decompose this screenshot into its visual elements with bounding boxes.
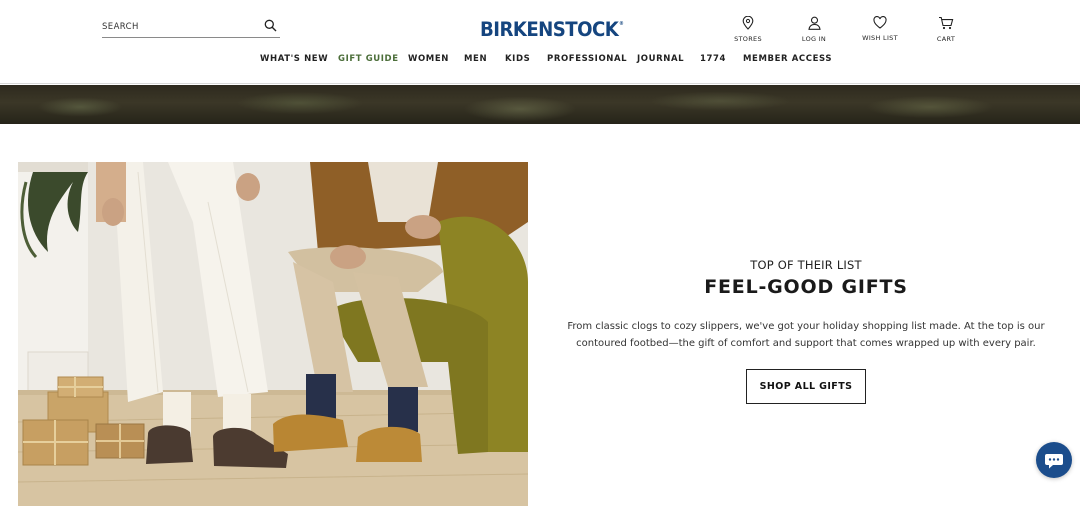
nav-item-member-access[interactable]: MEMBER ACCESS (743, 54, 832, 64)
heart-icon (873, 16, 887, 29)
shop-all-gifts-button[interactable]: SHOP ALL GIFTS (746, 369, 866, 404)
wishlist-link[interactable]: WISH LIST (850, 16, 910, 46)
promo-headline: FEEL-GOOD GIFTS (704, 276, 908, 298)
nav-item-1774[interactable]: 1774 (700, 54, 726, 64)
nav-item-professional[interactable]: PROFESSIONAL (547, 54, 627, 64)
main-nav: WHAT'S NEW GIFT GUIDE WOMEN MEN KIDS PRO… (0, 54, 1080, 70)
hero-banner-image (0, 85, 1080, 124)
chat-button[interactable] (1036, 442, 1072, 478)
gift-promo-photo (18, 162, 528, 506)
nav-item-men[interactable]: MEN (464, 54, 487, 64)
nav-item-gift-guide[interactable]: GIFT GUIDE (338, 54, 399, 64)
gift-promo-image[interactable] (18, 162, 528, 506)
login-link[interactable]: LOG IN (784, 16, 844, 46)
cart-link[interactable]: CART (916, 16, 976, 46)
nav-item-women[interactable]: WOMEN (408, 54, 449, 64)
search-bar (102, 15, 280, 38)
gift-promo-section: TOP OF THEIR LIST FEEL-GOOD GIFTS From c… (548, 258, 1064, 404)
nav-item-journal[interactable]: JOURNAL (637, 54, 684, 64)
nav-item-kids[interactable]: KIDS (505, 54, 530, 64)
cart-icon (939, 16, 954, 30)
site-header: BIRKENSTOCK® STORES LOG IN WISH LIST CAR… (0, 0, 1080, 84)
cart-label: CART (936, 35, 956, 43)
search-icon (264, 19, 277, 32)
map-pin-icon (742, 16, 754, 30)
user-icon (807, 16, 821, 30)
stores-link[interactable]: STORES (718, 16, 778, 46)
promo-body: From classic clogs to cozy slippers, we'… (567, 321, 1045, 349)
brand-logo-text: BIRKENSTOCK (480, 18, 619, 41)
search-input[interactable] (102, 19, 252, 35)
chat-icon (1045, 454, 1063, 469)
search-button[interactable] (264, 17, 278, 32)
stores-label: STORES (734, 35, 762, 43)
wishlist-label: WISH LIST (862, 34, 898, 42)
nav-item-whats-new[interactable]: WHAT'S NEW (260, 54, 328, 64)
promo-eyebrow: TOP OF THEIR LIST (750, 258, 862, 272)
brand-logo[interactable]: BIRKENSTOCK® (480, 18, 624, 42)
login-label: LOG IN (801, 35, 827, 43)
